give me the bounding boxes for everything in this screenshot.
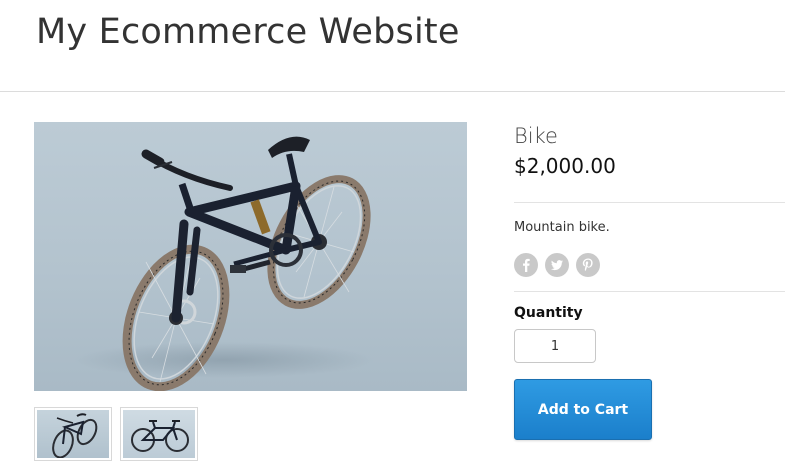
- twitter-icon: [551, 260, 563, 271]
- pinterest-icon: [582, 258, 593, 272]
- add-to-cart-button[interactable]: Add to Cart: [514, 379, 652, 440]
- divider: [514, 202, 785, 203]
- product-thumbnail-1[interactable]: [34, 407, 112, 461]
- quantity-input[interactable]: [514, 329, 596, 363]
- share-facebook-button[interactable]: [514, 253, 538, 277]
- product-price: $2,000.00: [514, 154, 616, 178]
- bike-thumbnail-image: [52, 413, 98, 458]
- divider: [514, 291, 785, 292]
- bike-illustration: [74, 136, 374, 391]
- product-name: Bike: [514, 124, 558, 148]
- share-twitter-button[interactable]: [545, 253, 569, 277]
- site-header: My Ecommerce Website: [0, 0, 785, 92]
- bike-side-thumbnail-image: [131, 420, 189, 452]
- facebook-icon: [523, 258, 530, 272]
- product-main-image[interactable]: [34, 122, 467, 391]
- product-description: Mountain bike.: [514, 220, 610, 235]
- site-title[interactable]: My Ecommerce Website: [36, 12, 460, 52]
- quantity-label: Quantity: [514, 305, 583, 321]
- share-pinterest-button[interactable]: [576, 253, 600, 277]
- product-thumbnail-2[interactable]: [120, 407, 198, 461]
